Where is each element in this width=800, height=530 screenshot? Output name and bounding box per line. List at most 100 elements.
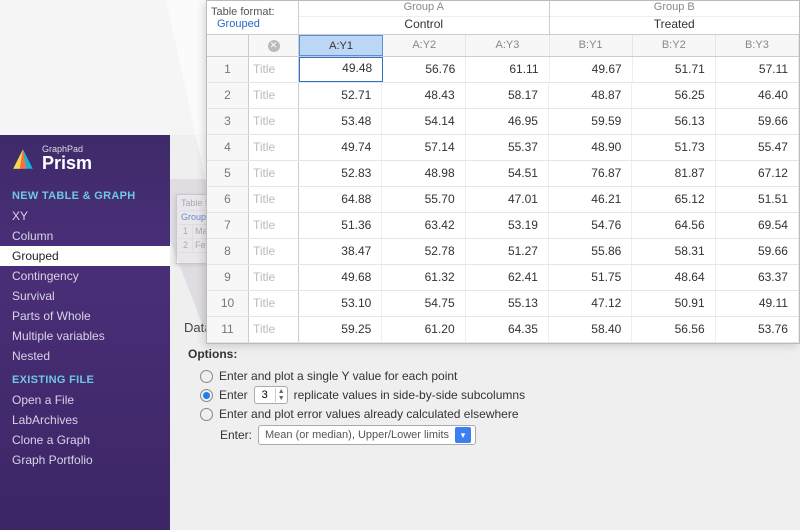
replicate-count-stepper[interactable]: ▲▼ [254, 386, 288, 404]
data-cell[interactable]: 54.51 [466, 161, 549, 186]
data-cell[interactable]: 53.48 [299, 109, 382, 134]
row-number[interactable]: 1 [207, 57, 249, 82]
data-cell[interactable]: 49.67 [550, 57, 633, 82]
data-cell[interactable]: 46.21 [549, 187, 632, 212]
data-cell[interactable]: 49.68 [299, 265, 382, 290]
data-cell[interactable]: 48.90 [549, 135, 632, 160]
data-cell[interactable]: 63.37 [716, 265, 799, 290]
data-cell[interactable]: 56.13 [632, 109, 715, 134]
row-title[interactable]: Title [249, 109, 299, 134]
option-single-y[interactable]: Enter and plot a single Y value for each… [200, 369, 782, 383]
sidebar-item-xy[interactable]: XY [0, 206, 170, 226]
row-title[interactable]: Title [249, 83, 299, 108]
data-cell[interactable]: 69.54 [716, 213, 799, 238]
group-header-b[interactable]: Group B Treated [550, 1, 800, 34]
table-format-cell[interactable]: Table format: Grouped [207, 1, 299, 34]
data-cell[interactable]: 51.51 [716, 187, 799, 212]
data-cell[interactable]: 64.88 [299, 187, 382, 212]
row-number[interactable]: 10 [207, 291, 249, 316]
data-cell[interactable]: 52.78 [382, 239, 465, 264]
data-cell[interactable]: 64.56 [632, 213, 715, 238]
clear-titles-button[interactable]: ✕ [249, 35, 299, 56]
data-cell[interactable]: 67.12 [716, 161, 799, 186]
sidebar-item-parts-of-whole[interactable]: Parts of Whole [0, 306, 170, 326]
row-title[interactable]: Title [249, 187, 299, 212]
data-cell[interactable]: 53.76 [716, 317, 799, 342]
sidebar-item-open-a-file[interactable]: Open a File [0, 390, 170, 410]
data-cell[interactable]: 51.27 [466, 239, 549, 264]
data-cell[interactable]: 48.98 [382, 161, 465, 186]
data-cell[interactable]: 53.10 [299, 291, 382, 316]
data-cell[interactable]: 59.59 [549, 109, 632, 134]
row-number[interactable]: 7 [207, 213, 249, 238]
option-replicates[interactable]: Enter ▲▼ replicate values in side-by-sid… [200, 386, 782, 404]
data-cell[interactable]: 52.83 [299, 161, 382, 186]
column-header[interactable]: A:Y1 [299, 35, 383, 56]
column-header[interactable]: B:Y3 [716, 35, 799, 56]
data-cell[interactable]: 38.47 [299, 239, 382, 264]
data-cell[interactable]: 54.14 [382, 109, 465, 134]
data-cell[interactable]: 63.42 [382, 213, 465, 238]
sidebar-item-labarchives[interactable]: LabArchives [0, 410, 170, 430]
data-cell[interactable]: 56.76 [383, 57, 466, 82]
data-cell[interactable]: 59.66 [716, 109, 799, 134]
error-type-select[interactable]: Mean (or median), Upper/Lower limits ▾ [258, 425, 476, 445]
row-title[interactable]: Title [249, 57, 299, 82]
data-cell[interactable]: 57.11 [716, 57, 799, 82]
data-cell[interactable]: 81.87 [632, 161, 715, 186]
data-cell[interactable]: 47.12 [549, 291, 632, 316]
data-cell[interactable]: 50.91 [632, 291, 715, 316]
data-cell[interactable]: 48.43 [382, 83, 465, 108]
row-number[interactable]: 8 [207, 239, 249, 264]
data-cell[interactable]: 61.11 [466, 57, 549, 82]
sidebar-item-nested[interactable]: Nested [0, 346, 170, 366]
data-cell[interactable]: 51.75 [549, 265, 632, 290]
row-number[interactable]: 3 [207, 109, 249, 134]
data-cell[interactable]: 54.76 [549, 213, 632, 238]
data-cell[interactable]: 61.32 [382, 265, 465, 290]
data-cell[interactable]: 58.40 [549, 317, 632, 342]
data-cell[interactable]: 55.70 [382, 187, 465, 212]
data-cell[interactable]: 55.37 [466, 135, 549, 160]
sidebar-item-contingency[interactable]: Contingency [0, 266, 170, 286]
sidebar-item-survival[interactable]: Survival [0, 286, 170, 306]
sidebar-item-column[interactable]: Column [0, 226, 170, 246]
data-cell[interactable]: 59.66 [716, 239, 799, 264]
sidebar-item-multiple-variables[interactable]: Multiple variables [0, 326, 170, 346]
row-title[interactable]: Title [249, 161, 299, 186]
row-title[interactable]: Title [249, 317, 299, 342]
data-cell[interactable]: 65.12 [632, 187, 715, 212]
data-cell[interactable]: 59.25 [299, 317, 382, 342]
column-header[interactable]: A:Y3 [466, 35, 549, 56]
data-cell[interactable]: 48.87 [549, 83, 632, 108]
row-title[interactable]: Title [249, 213, 299, 238]
data-cell[interactable]: 58.31 [632, 239, 715, 264]
row-number[interactable]: 11 [207, 317, 249, 342]
sidebar-item-clone-a-graph[interactable]: Clone a Graph [0, 430, 170, 450]
data-cell[interactable]: 58.17 [466, 83, 549, 108]
data-cell[interactable]: 51.73 [632, 135, 715, 160]
row-number[interactable]: 6 [207, 187, 249, 212]
sidebar-item-graph-portfolio[interactable]: Graph Portfolio [0, 450, 170, 470]
data-cell[interactable]: 48.64 [632, 265, 715, 290]
data-cell[interactable]: 51.71 [633, 57, 716, 82]
sidebar-item-grouped[interactable]: Grouped [0, 246, 170, 266]
data-cell[interactable]: 64.35 [466, 317, 549, 342]
row-number[interactable]: 5 [207, 161, 249, 186]
row-title[interactable]: Title [249, 291, 299, 316]
option-error-values[interactable]: Enter and plot error values already calc… [200, 407, 782, 421]
data-cell[interactable]: 46.95 [466, 109, 549, 134]
data-cell[interactable]: 55.86 [549, 239, 632, 264]
data-cell[interactable]: 49.11 [716, 291, 799, 316]
data-cell[interactable]: 52.71 [299, 83, 382, 108]
column-header[interactable]: A:Y2 [383, 35, 466, 56]
data-cell[interactable]: 47.01 [466, 187, 549, 212]
stepper-arrows-icon[interactable]: ▲▼ [275, 388, 287, 402]
data-cell[interactable]: 49.48 [299, 57, 383, 82]
data-cell[interactable]: 62.41 [466, 265, 549, 290]
row-number[interactable]: 2 [207, 83, 249, 108]
row-number[interactable]: 9 [207, 265, 249, 290]
data-cell[interactable]: 76.87 [549, 161, 632, 186]
column-header[interactable]: B:Y1 [550, 35, 633, 56]
row-title[interactable]: Title [249, 265, 299, 290]
